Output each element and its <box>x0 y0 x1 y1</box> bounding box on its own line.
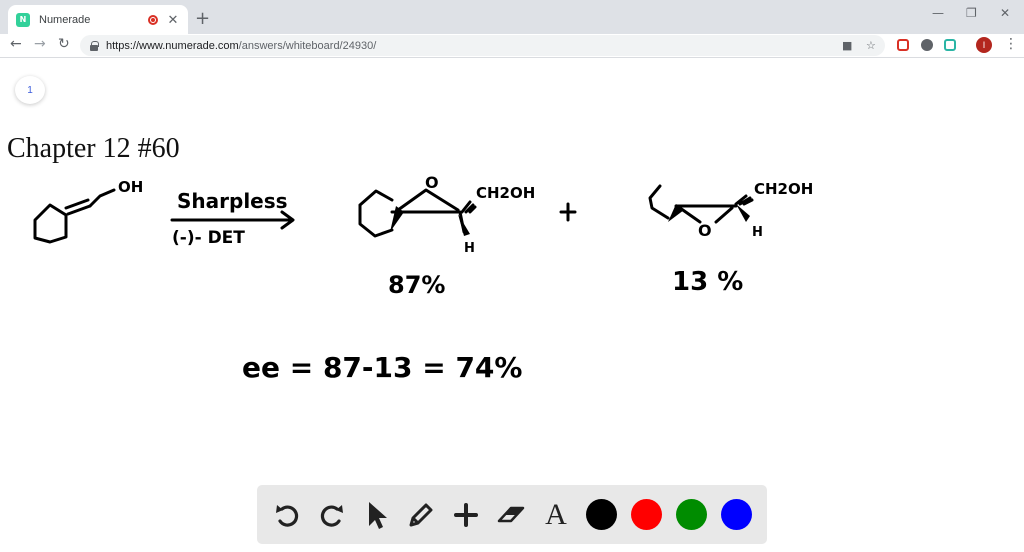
address-bar[interactable]: https://www.numerade.com/answers/whitebo… <box>80 35 885 56</box>
new-tab-icon[interactable]: + <box>195 8 210 29</box>
plus-sign <box>559 202 577 222</box>
major-solid-wedge <box>390 206 404 232</box>
restore-icon[interactable]: ❐ <box>966 6 977 20</box>
major-percent-label: 87% <box>388 271 445 299</box>
major-oxygen-label: O <box>425 173 439 192</box>
minor-oxygen-label: O <box>698 221 712 240</box>
reaction-arrow <box>170 210 295 230</box>
ee-equation: ee = 87-13 = 74% <box>242 351 522 384</box>
undo-icon[interactable] <box>269 497 305 533</box>
minor-ring <box>648 184 670 220</box>
minor-hash-wedge <box>734 194 754 206</box>
camera-icon[interactable]: ■ <box>842 39 852 52</box>
page-number-badge[interactable]: 1 <box>15 76 45 104</box>
minor-h-label: H <box>752 225 763 240</box>
color-green-swatch[interactable] <box>676 499 707 530</box>
forward-icon[interactable]: → <box>34 36 46 52</box>
reagent-above-label: Sharpless <box>177 189 288 213</box>
major-ring <box>358 189 394 238</box>
color-black-swatch[interactable] <box>586 499 617 530</box>
pointer-icon[interactable] <box>358 497 394 533</box>
extension-icon[interactable] <box>921 39 933 51</box>
oh-label: OH <box>118 178 143 196</box>
profile-avatar[interactable]: I <box>976 37 992 53</box>
tab-strip: N Numerade ✕ + — ❐ ✕ <box>0 0 1024 34</box>
close-window-icon[interactable]: ✕ <box>1000 6 1010 20</box>
eraser-icon[interactable] <box>493 497 529 533</box>
menu-icon[interactable]: ⋮ <box>1004 36 1018 52</box>
whiteboard-canvas[interactable]: OH Sharpless (-)- DET O CH2OH H CH2OH O … <box>0 160 1024 390</box>
reload-icon[interactable]: ↻ <box>58 36 70 52</box>
alkyl-chain <box>88 188 116 208</box>
plus-icon[interactable] <box>448 497 484 533</box>
browser-toolbar: ← → ↻ https://www.numerade.com/answers/w… <box>0 34 1024 58</box>
double-bond <box>64 198 92 216</box>
major-ch2oh-label: CH2OH <box>476 184 535 202</box>
minor-epoxide-oxygen-bonds <box>678 206 734 224</box>
cast-icon[interactable] <box>944 39 956 51</box>
back-icon[interactable]: ← <box>10 36 22 52</box>
bookmark-star-icon[interactable]: ☆ <box>866 39 876 52</box>
drawing-toolbar: A <box>257 485 767 544</box>
major-h-label: H <box>464 241 475 256</box>
pencil-icon[interactable] <box>403 497 439 533</box>
lock-icon <box>90 41 99 51</box>
minor-ch2oh-label: CH2OH <box>754 180 813 198</box>
recording-icon <box>148 14 158 25</box>
major-h-wedge <box>458 214 470 236</box>
text-icon[interactable]: A <box>538 497 574 533</box>
color-red-swatch[interactable] <box>631 499 662 530</box>
cyclopentane-ring <box>33 203 68 244</box>
minor-h-wedge <box>736 204 750 222</box>
major-hash-wedge <box>460 200 477 214</box>
major-epoxide-bond <box>390 210 466 234</box>
extension-icon[interactable] <box>897 39 909 51</box>
color-blue-swatch[interactable] <box>721 499 752 530</box>
major-epoxide-oxygen-bonds <box>396 188 460 212</box>
tab-title: Numerade <box>39 13 91 26</box>
minimize-icon[interactable]: — <box>932 6 944 20</box>
url-text: https://www.numerade.com/answers/whitebo… <box>106 39 377 52</box>
close-tab-icon[interactable]: ✕ <box>166 12 180 28</box>
reagent-below-label: (-)- DET <box>172 228 245 248</box>
numerade-favicon-icon: N <box>16 12 30 27</box>
redo-icon[interactable] <box>314 497 350 533</box>
browser-tab[interactable]: N Numerade ✕ <box>8 5 188 34</box>
minor-percent-label: 13 % <box>672 267 743 297</box>
